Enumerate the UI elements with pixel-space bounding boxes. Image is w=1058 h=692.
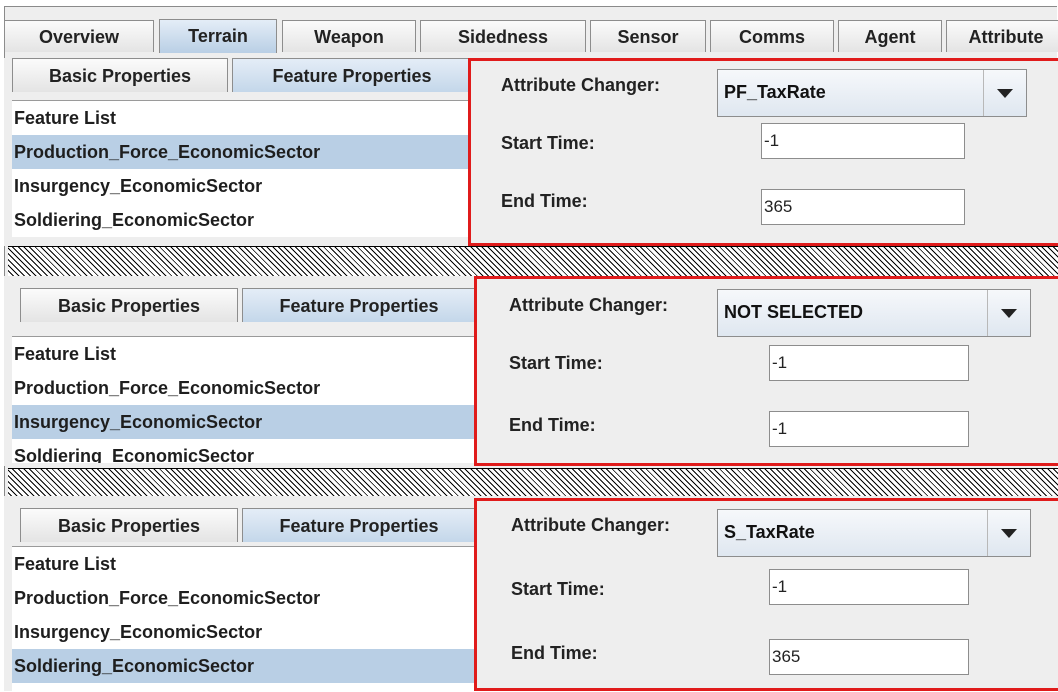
tab-sidedness[interactable]: Sidedness	[420, 20, 586, 52]
list-item[interactable]: Insurgency_EconomicSector	[12, 615, 474, 649]
feature-list[interactable]: Feature List Production_Force_EconomicSe…	[12, 336, 474, 463]
attribute-changer-panel: Attribute Changer: PF_TaxRate Start Time…	[468, 58, 1058, 246]
list-item[interactable]: Soldiering_EconomicSector	[12, 203, 474, 237]
dropdown-value: PF_TaxRate	[724, 82, 826, 102]
subtab-feature-properties[interactable]: Feature Properties	[242, 288, 476, 322]
tab-comms[interactable]: Comms	[710, 20, 834, 52]
hatched-divider	[8, 246, 1058, 278]
start-time-label: Start Time:	[501, 133, 595, 153]
end-time-field[interactable]: -1	[769, 411, 969, 447]
feature-list-header: Feature List	[12, 101, 474, 135]
start-time-label: Start Time:	[509, 353, 603, 373]
attribute-changer-dropdown[interactable]: S_TaxRate	[717, 509, 1031, 557]
attribute-changer-label: Attribute Changer:	[511, 515, 670, 535]
feature-list[interactable]: Feature List Production_Force_EconomicSe…	[12, 100, 474, 237]
end-time-label: End Time:	[511, 643, 598, 663]
end-time-field[interactable]: 365	[769, 639, 969, 675]
subtab-bar: Basic Properties Feature Properties	[12, 288, 476, 322]
end-time-label: End Time:	[509, 415, 596, 435]
start-time-label: Start Time:	[511, 579, 605, 599]
attribute-changer-panel: Attribute Changer: S_TaxRate Start Time:…	[474, 498, 1058, 691]
end-time-field[interactable]: 365	[761, 189, 965, 225]
start-time-field[interactable]: -1	[761, 123, 965, 159]
feature-section-2: Basic Properties Feature Properties Feat…	[4, 276, 1058, 466]
feature-list-header: Feature List	[12, 547, 474, 581]
list-item[interactable]: Production_Force_EconomicSector	[12, 135, 474, 169]
list-item[interactable]: Production_Force_EconomicSector	[12, 581, 474, 615]
tab-weapon[interactable]: Weapon	[282, 20, 416, 52]
subtab-basic-properties[interactable]: Basic Properties	[12, 58, 228, 92]
main-tab-bar: Overview Terrain Weapon Sidedness Sensor…	[4, 19, 1058, 54]
feature-list-header: Feature List	[12, 337, 474, 371]
attribute-changer-dropdown[interactable]: NOT SELECTED	[717, 289, 1031, 337]
subtab-basic-properties[interactable]: Basic Properties	[20, 508, 238, 542]
dropdown-value: NOT SELECTED	[724, 302, 864, 322]
attribute-changer-label: Attribute Changer:	[509, 295, 668, 315]
subtab-feature-properties[interactable]: Feature Properties	[242, 508, 476, 542]
chevron-down-icon[interactable]	[987, 510, 1030, 556]
feature-list[interactable]: Feature List Production_Force_EconomicSe…	[12, 546, 474, 692]
list-item[interactable]: Insurgency_EconomicSector	[12, 405, 474, 439]
end-time-label: End Time:	[501, 191, 588, 211]
attribute-changer-label: Attribute Changer:	[501, 75, 660, 95]
tab-agent[interactable]: Agent	[838, 20, 942, 52]
tab-terrain[interactable]: Terrain	[159, 19, 277, 53]
tab-attribute[interactable]: Attribute	[946, 20, 1058, 52]
subtab-feature-properties[interactable]: Feature Properties	[232, 58, 472, 92]
subtab-bar: Basic Properties Feature Properties	[12, 508, 476, 542]
chevron-down-icon[interactable]	[983, 70, 1026, 116]
feature-section-3: Basic Properties Feature Properties Feat…	[4, 496, 1058, 692]
subtab-basic-properties[interactable]: Basic Properties	[20, 288, 238, 322]
list-item[interactable]: Soldiering_EconomicSector	[12, 649, 474, 683]
feature-section-1: Basic Properties Feature Properties Feat…	[4, 58, 1058, 246]
list-item[interactable]: Insurgency_EconomicSector	[12, 169, 474, 203]
list-item[interactable]: Production_Force_EconomicSector	[12, 371, 474, 405]
subtab-bar: Basic Properties Feature Properties	[12, 58, 472, 92]
start-time-field[interactable]: -1	[769, 569, 969, 605]
start-time-field[interactable]: -1	[769, 345, 969, 381]
dropdown-value: S_TaxRate	[724, 522, 815, 542]
attribute-changer-panel: Attribute Changer: NOT SELECTED Start Ti…	[474, 276, 1058, 466]
chevron-down-icon[interactable]	[987, 290, 1030, 336]
tab-sensor[interactable]: Sensor	[590, 20, 706, 52]
tab-overview[interactable]: Overview	[4, 20, 154, 52]
attribute-changer-dropdown[interactable]: PF_TaxRate	[717, 69, 1027, 117]
list-item[interactable]: Soldiering_EconomicSector	[12, 439, 474, 463]
